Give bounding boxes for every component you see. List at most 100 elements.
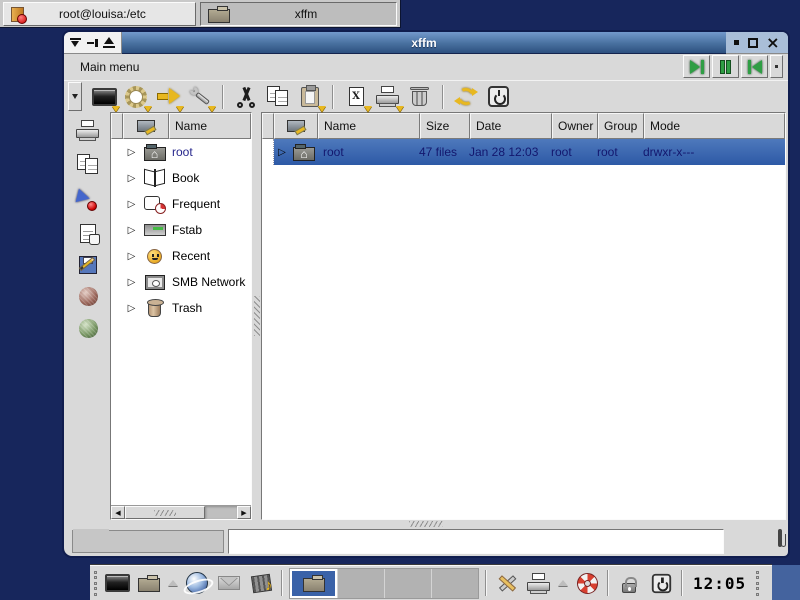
popup-arrow-print[interactable] xyxy=(555,568,571,598)
reload-button[interactable] xyxy=(450,83,482,111)
expander-icon[interactable]: ▷ xyxy=(123,277,140,288)
scroll-left-icon[interactable]: ◀ xyxy=(111,506,125,519)
scroll-right-icon[interactable]: ▶ xyxy=(237,506,251,519)
exit-button[interactable] xyxy=(482,83,514,111)
expander-icon[interactable]: ▷ xyxy=(274,147,290,158)
launcher-terminal[interactable] xyxy=(101,568,133,598)
launcher-print[interactable] xyxy=(523,568,555,598)
files-icon-header[interactable] xyxy=(274,113,318,139)
pager-desktop-2[interactable] xyxy=(337,569,384,598)
settings-button[interactable] xyxy=(120,83,152,111)
sticky-pin-icon[interactable] xyxy=(87,38,98,48)
maximize-icon[interactable] xyxy=(748,38,758,48)
tree-item-book[interactable]: ▷ Book xyxy=(111,165,251,191)
tree-corner-cell[interactable] xyxy=(111,113,123,139)
tools-icon xyxy=(496,573,519,594)
touch-document-icon[interactable] xyxy=(80,224,96,243)
column-header-size[interactable]: Size xyxy=(420,113,470,139)
copy-pages-icon[interactable] xyxy=(77,154,99,175)
expander-icon[interactable]: ▷ xyxy=(123,199,140,210)
terminal-button[interactable] xyxy=(88,83,120,111)
close-icon[interactable]: × xyxy=(766,37,779,49)
more-button[interactable] xyxy=(770,55,783,78)
tree-item-root[interactable]: ▷ root xyxy=(111,139,251,165)
file-row-root[interactable]: ▷ root 47 files Jan 28 12:03 root root d… xyxy=(262,139,785,165)
main-menu[interactable]: Main menu xyxy=(80,60,139,74)
tree-item-smb-network[interactable]: ▷ SMB Network xyxy=(111,269,251,295)
tools-button[interactable] xyxy=(184,83,216,111)
resize-grip[interactable] xyxy=(64,520,788,528)
printer-icon xyxy=(376,86,400,107)
tree-name-header[interactable]: Name xyxy=(169,113,251,139)
launcher-settings-tools[interactable] xyxy=(491,568,523,598)
column-header-group[interactable]: Group xyxy=(598,113,644,139)
iconify-icon[interactable] xyxy=(734,40,739,45)
sphere-red-icon[interactable] xyxy=(79,287,98,306)
column-header-mode[interactable]: Mode xyxy=(644,113,785,139)
launcher-mail[interactable] xyxy=(213,568,245,598)
side-toolbar xyxy=(66,112,110,520)
launcher-help[interactable] xyxy=(571,568,603,598)
expander-icon[interactable]: ▷ xyxy=(123,225,140,236)
panel-separator xyxy=(681,570,683,596)
printer-icon[interactable] xyxy=(76,120,100,141)
save-edit-icon[interactable] xyxy=(79,256,97,274)
expander-icon[interactable]: ▷ xyxy=(123,173,140,184)
popup-arrow-files[interactable] xyxy=(165,568,181,598)
panel-handle-right[interactable] xyxy=(752,566,763,600)
tree-item-frequent[interactable]: ▷ Frequent xyxy=(111,191,251,217)
cell-group: root xyxy=(592,145,638,159)
command-input[interactable] xyxy=(228,529,724,554)
launcher-file-manager[interactable] xyxy=(133,568,165,598)
launcher-media[interactable] xyxy=(245,568,277,598)
tree-icon-header[interactable] xyxy=(123,113,169,139)
launcher-browser[interactable] xyxy=(181,568,213,598)
toolbar-separator xyxy=(222,85,224,109)
panel-handle-left[interactable] xyxy=(90,566,101,600)
trash-button[interactable] xyxy=(404,83,436,111)
quit-button[interactable] xyxy=(645,568,677,598)
copy-button[interactable] xyxy=(262,83,294,111)
goto-button[interactable] xyxy=(152,83,184,111)
run-icon[interactable] xyxy=(77,188,99,211)
tree-item-fstab[interactable]: ▷ Fstab xyxy=(111,217,251,243)
scrollbar-track[interactable] xyxy=(205,506,237,519)
scrollbar-thumb[interactable] xyxy=(125,506,205,519)
files-corner-cell[interactable] xyxy=(262,113,274,139)
shade-icon[interactable] xyxy=(103,37,115,48)
paperclip-button[interactable] xyxy=(778,531,782,545)
paste-button[interactable] xyxy=(294,83,326,111)
cell-date: Jan 28 12:03 xyxy=(464,145,546,159)
pager-desktop-4[interactable] xyxy=(431,569,478,598)
sphere-green-icon[interactable] xyxy=(79,319,98,338)
script-button[interactable] xyxy=(340,83,372,111)
skip-back-button[interactable] xyxy=(741,55,768,78)
column-header-date[interactable]: Date xyxy=(470,113,552,139)
expander-icon[interactable]: ▷ xyxy=(123,147,140,158)
life-ring-icon xyxy=(577,573,598,594)
column-header-name[interactable]: Name xyxy=(318,113,420,139)
pager-desktop-1[interactable] xyxy=(290,569,337,598)
tree-item-recent[interactable]: ▷ Recent xyxy=(111,243,251,269)
window-menu-icon[interactable] xyxy=(70,38,81,48)
lock-screen-button[interactable] xyxy=(613,568,645,598)
cut-button[interactable] xyxy=(230,83,262,111)
expander-icon[interactable]: ▷ xyxy=(123,251,140,262)
dropdown-icon[interactable] xyxy=(68,82,82,111)
skip-forward-button[interactable] xyxy=(683,55,710,78)
panel-divider[interactable] xyxy=(252,112,261,520)
taskbar-button-xffm[interactable]: xffm xyxy=(200,2,397,26)
column-header-owner[interactable]: Owner xyxy=(552,113,598,139)
print-button[interactable] xyxy=(372,83,404,111)
folder-icon xyxy=(303,578,325,592)
taskbar-button-terminal[interactable]: root@louisa:/etc xyxy=(3,2,196,26)
pause-button[interactable] xyxy=(712,55,739,78)
panel-clock[interactable]: 12:05 xyxy=(687,574,752,593)
tree-item-trash[interactable]: ▷ Trash xyxy=(111,295,251,321)
expander-icon[interactable]: ▷ xyxy=(123,303,140,314)
taskbar-button-label: xffm xyxy=(230,7,396,21)
window-title[interactable]: xffm xyxy=(122,32,726,54)
pager-desktop-3[interactable] xyxy=(384,569,431,598)
xffm-window: xffm × Main menu xyxy=(62,30,790,558)
home-folder-icon xyxy=(144,147,166,161)
